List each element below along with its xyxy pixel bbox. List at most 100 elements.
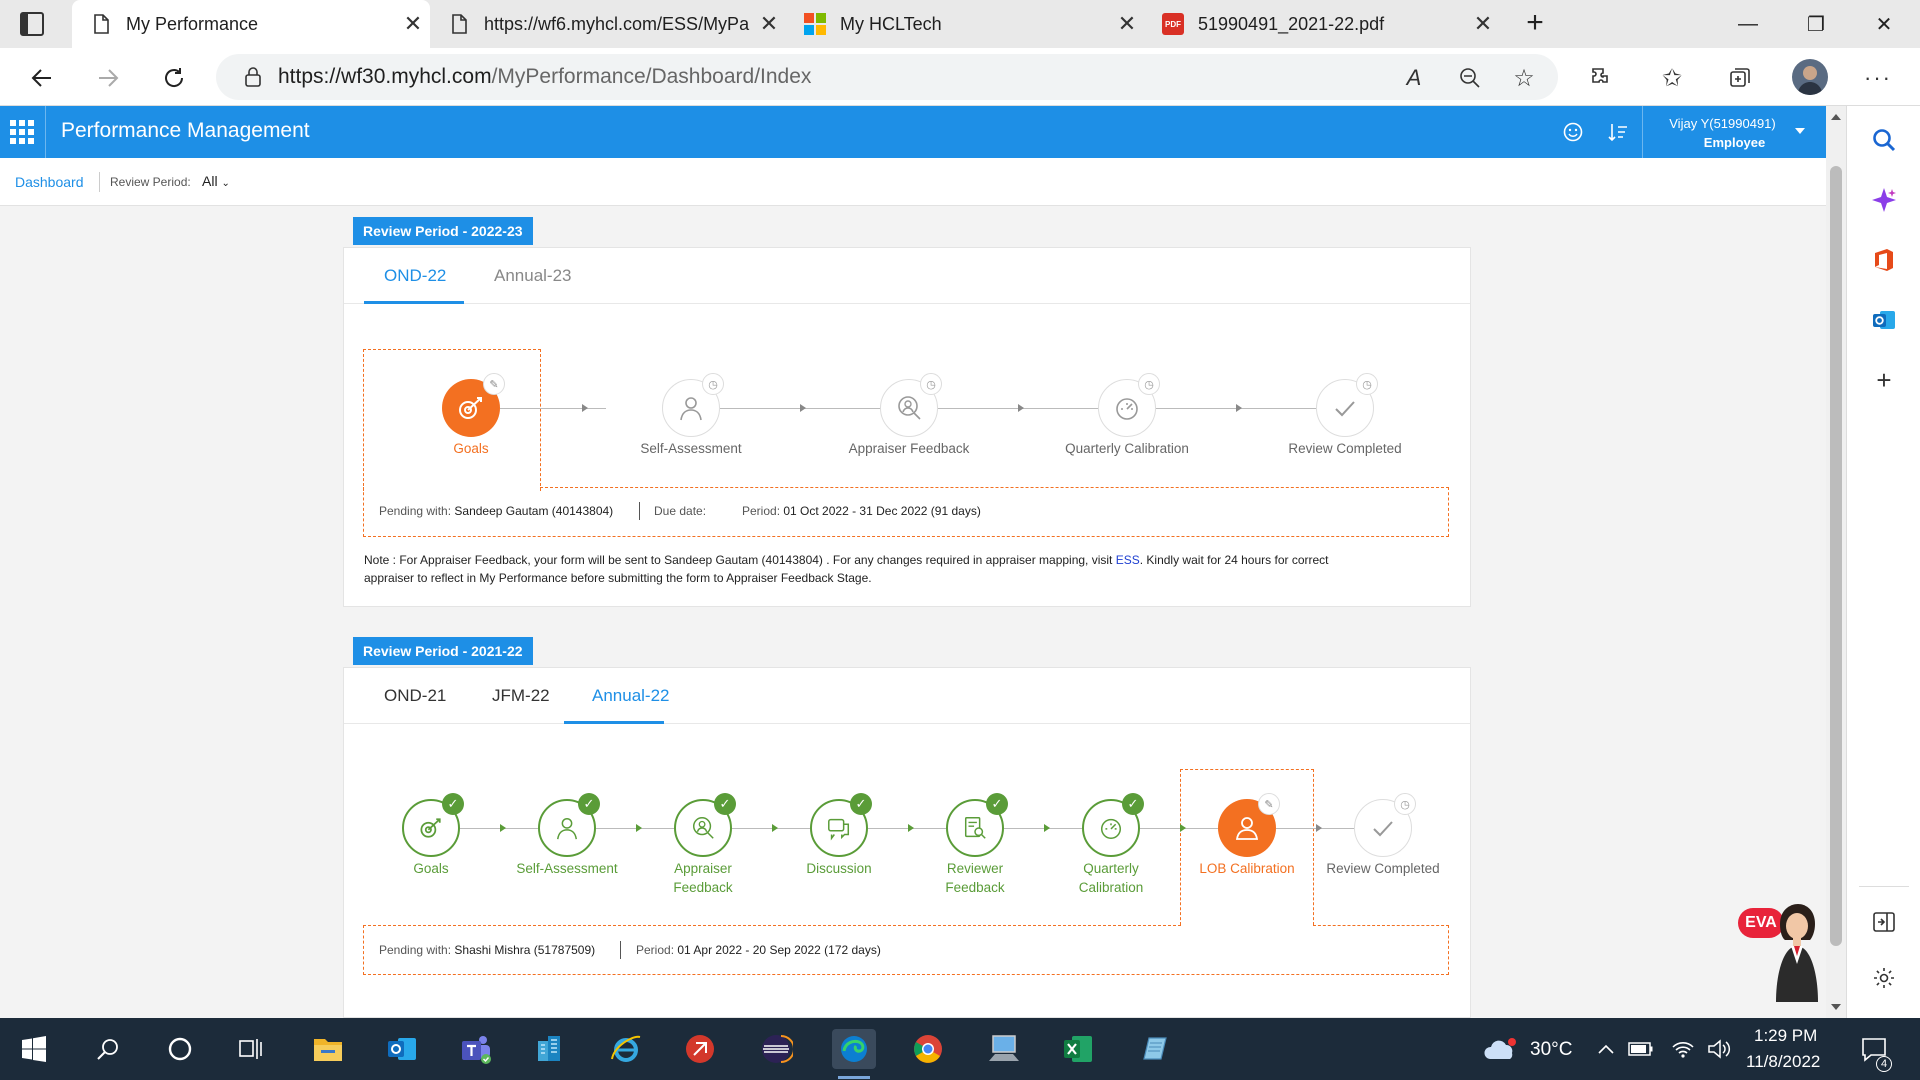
scroll-up-icon[interactable] xyxy=(1831,114,1841,120)
buildings-app-icon[interactable] xyxy=(530,1029,570,1069)
minimize-button[interactable]: — xyxy=(1714,0,1782,48)
outlook-taskbar-icon[interactable] xyxy=(382,1029,422,1069)
step-self-assessment-label: Self-Assessment xyxy=(640,441,742,456)
settings-more-icon[interactable]: ··· xyxy=(1862,62,1894,94)
excel-icon[interactable] xyxy=(1058,1029,1098,1069)
eva-assistant[interactable]: EVA xyxy=(1738,902,1826,1002)
back-button[interactable] xyxy=(22,58,62,98)
battery-icon[interactable] xyxy=(1626,1029,1656,1069)
hide-sidebar-icon[interactable] xyxy=(1868,906,1900,938)
step-review-completed-label: Review Completed xyxy=(1288,441,1402,456)
scroll-down-icon[interactable] xyxy=(1831,1004,1841,1010)
chrome-icon[interactable] xyxy=(908,1029,948,1069)
zoom-icon[interactable] xyxy=(1454,62,1486,94)
step-connector xyxy=(1276,828,1354,829)
close-tab-icon[interactable]: ✕ xyxy=(1110,11,1144,37)
tray-overflow-icon[interactable] xyxy=(1592,1029,1620,1069)
connector-arrow-icon xyxy=(908,824,914,832)
step-connector xyxy=(596,828,674,829)
connector-arrow-icon xyxy=(636,824,642,832)
taskbar-search-icon[interactable] xyxy=(88,1029,128,1069)
start-windows-icon[interactable] xyxy=(14,1029,54,1069)
remote-computer-icon[interactable] xyxy=(984,1029,1024,1069)
profile-avatar[interactable] xyxy=(1792,59,1828,95)
user-menu[interactable]: Vijay Y(51990491) Employee xyxy=(1642,106,1826,158)
pending-with-info: Pending with: Sandeep Gautam (40143804) xyxy=(379,504,613,518)
connector-arrow-icon xyxy=(1316,824,1322,832)
active-tab-indicator xyxy=(364,301,464,304)
internet-explorer-icon[interactable] xyxy=(606,1029,646,1069)
page-scrollbar[interactable] xyxy=(1826,106,1846,1018)
close-window-button[interactable]: ✕ xyxy=(1850,0,1918,48)
sidebar-settings-icon[interactable] xyxy=(1868,962,1900,994)
check-icon xyxy=(1373,821,1393,837)
pending-with-value: Shashi Mishra (51787509) xyxy=(454,943,596,957)
copilot-sparkle-icon[interactable] xyxy=(1868,184,1900,216)
app-launcher-icon[interactable] xyxy=(10,120,36,144)
refresh-button[interactable] xyxy=(154,58,194,98)
review-period-label-2022-23: Review Period - 2022-23 xyxy=(353,217,533,245)
ess-link[interactable]: ESS xyxy=(1116,553,1140,567)
address-bar[interactable]: https://wf30.myhcl.com/MyPerformance/Das… xyxy=(216,54,1558,100)
outlook-icon[interactable] xyxy=(1868,304,1900,336)
volume-icon[interactable] xyxy=(1704,1029,1734,1069)
forward-button[interactable] xyxy=(88,58,128,98)
read-aloud-icon[interactable]: A xyxy=(1398,62,1430,94)
step-reviewer-feedback-label: Reviewer Feedback xyxy=(945,861,1005,895)
tab-ond-22[interactable]: OND-22 xyxy=(384,266,446,286)
browser-tab-ess[interactable]: https://wf6.myhcl.com/ESS/MyPa ✕ xyxy=(430,0,786,48)
connector-arrow-icon xyxy=(1236,404,1242,412)
browser-tab-my-performance[interactable]: My Performance ✕ xyxy=(72,0,430,48)
check-badge-icon: ✓ xyxy=(714,793,736,815)
teams-icon[interactable] xyxy=(456,1029,496,1069)
dashboard-link[interactable]: Dashboard xyxy=(15,174,84,190)
notepad-icon[interactable] xyxy=(1134,1029,1174,1069)
tab-title: https://wf6.myhcl.com/ESS/MyPa xyxy=(484,13,750,34)
temperature-text[interactable]: 30°C xyxy=(1530,1039,1572,1061)
pdf-icon: PDF xyxy=(1162,13,1184,35)
tab-actions-icon[interactable] xyxy=(20,12,44,36)
new-tab-button[interactable]: + xyxy=(1518,6,1552,40)
collections-icon[interactable] xyxy=(1724,62,1756,94)
app-header: Performance Management Vijay Y(51990491)… xyxy=(0,106,1826,158)
sort-filter-icon[interactable] xyxy=(1608,122,1628,147)
caret-down-icon[interactable] xyxy=(1795,128,1805,134)
review-period-dropdown[interactable]: All ⌄ xyxy=(202,173,230,189)
scrollbar-thumb[interactable] xyxy=(1830,166,1842,946)
clock-time[interactable]: 1:29 PM xyxy=(1754,1026,1817,1046)
close-tab-icon[interactable]: ✕ xyxy=(1466,11,1500,37)
step-connector xyxy=(500,408,606,409)
eva-avatar-icon xyxy=(1776,904,1818,1002)
task-view-icon[interactable] xyxy=(230,1029,270,1069)
remote-desktop-icon[interactable] xyxy=(680,1029,720,1069)
extensions-icon[interactable] xyxy=(1584,62,1616,94)
tab-ond-21[interactable]: OND-21 xyxy=(384,686,446,706)
office-icon[interactable] xyxy=(1868,244,1900,276)
tab-jfm-22[interactable]: JFM-22 xyxy=(492,686,550,706)
check-badge-icon: ✓ xyxy=(578,793,600,815)
close-tab-icon[interactable]: ✕ xyxy=(752,11,786,37)
feedback-smiley-icon[interactable] xyxy=(1563,122,1583,147)
clock-date[interactable]: 11/8/2022 xyxy=(1746,1052,1820,1072)
tab-annual-22[interactable]: Annual-22 xyxy=(592,686,670,706)
eclipse-icon[interactable] xyxy=(756,1029,796,1069)
tab-annual-23[interactable]: Annual-23 xyxy=(494,266,572,286)
file-explorer-icon[interactable] xyxy=(308,1029,348,1069)
edit-icon[interactable]: ✎ xyxy=(1258,793,1280,815)
search-icon[interactable] xyxy=(1868,124,1900,156)
weather-cloud-icon[interactable] xyxy=(1482,1029,1522,1069)
cortana-icon[interactable] xyxy=(160,1029,200,1069)
browser-tab-pdf[interactable]: PDF 51990491_2021-22.pdf ✕ xyxy=(1144,0,1500,48)
add-sidebar-icon[interactable]: + xyxy=(1868,364,1900,396)
period-label: Period: xyxy=(742,504,781,518)
edge-browser-icon[interactable] xyxy=(832,1029,876,1069)
restore-button[interactable]: ❐ xyxy=(1782,0,1850,48)
microsoft-logo-icon xyxy=(804,13,826,35)
add-favorite-icon[interactable]: ☆ xyxy=(1508,62,1540,94)
close-tab-icon[interactable]: ✕ xyxy=(396,11,430,37)
favorites-icon[interactable]: ✩ xyxy=(1656,62,1688,94)
wifi-icon[interactable] xyxy=(1668,1029,1698,1069)
lock-icon[interactable] xyxy=(244,67,262,87)
browser-tab-myhcltech[interactable]: My HCLTech ✕ xyxy=(786,0,1144,48)
edit-icon[interactable]: ✎ xyxy=(483,373,505,395)
